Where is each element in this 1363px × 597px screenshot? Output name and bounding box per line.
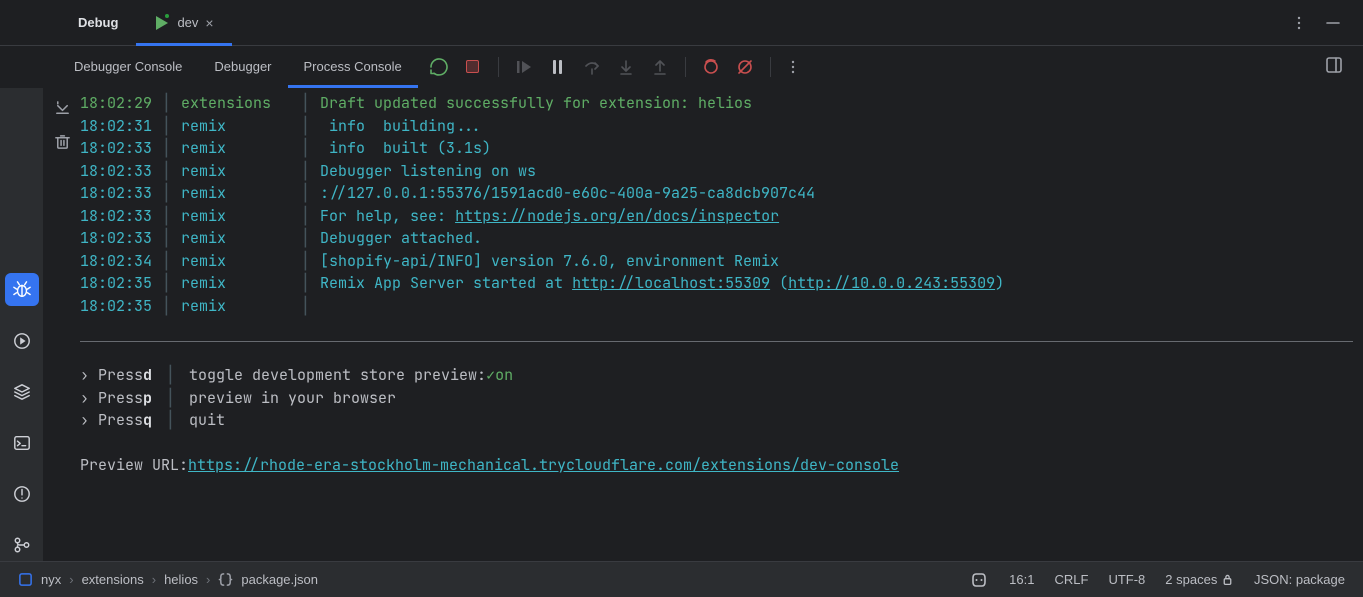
project-icon bbox=[18, 572, 33, 587]
more-vertical-icon[interactable] bbox=[1291, 15, 1307, 31]
separator bbox=[770, 57, 771, 77]
top-tab-bar: Debug dev × bbox=[0, 0, 1363, 46]
tool-window-rail bbox=[0, 88, 44, 561]
breadcrumb[interactable]: nyx › extensions › helios › package.json bbox=[18, 572, 318, 587]
step-over-icon[interactable] bbox=[581, 56, 603, 78]
log-line: 18:02:33│remix│ info built (3.1s) bbox=[80, 137, 1353, 160]
tab-run-dev[interactable]: dev × bbox=[136, 0, 231, 46]
log-line: 18:02:35│remix│ bbox=[80, 295, 1353, 318]
close-icon[interactable]: × bbox=[205, 15, 213, 31]
stop-icon[interactable] bbox=[462, 56, 484, 78]
tab-run-label: dev bbox=[177, 15, 198, 30]
process-console-output[interactable]: 18:02:29│extensions│Draft updated succes… bbox=[80, 88, 1363, 561]
json-file-icon bbox=[218, 572, 233, 587]
services-tool-icon[interactable] bbox=[5, 375, 39, 408]
indent-setting[interactable]: 2 spaces bbox=[1165, 572, 1234, 587]
log-line: 18:02:34│remix│[shopify-api/INFO] versio… bbox=[80, 250, 1353, 273]
tab-debugger[interactable]: Debugger bbox=[198, 46, 287, 88]
lock-icon bbox=[1221, 573, 1234, 586]
tab-process-console[interactable]: Process Console bbox=[288, 46, 418, 88]
tab-bar-controls bbox=[1291, 15, 1363, 31]
log-line: 18:02:29│extensions│Draft updated succes… bbox=[80, 92, 1353, 115]
file-language[interactable]: JSON: package bbox=[1254, 572, 1345, 587]
line-separator[interactable]: CRLF bbox=[1054, 572, 1088, 587]
mute-breakpoints-icon[interactable] bbox=[734, 56, 756, 78]
scroll-to-end-icon[interactable] bbox=[54, 100, 71, 117]
run-tool-icon[interactable] bbox=[5, 324, 39, 357]
file-encoding[interactable]: UTF-8 bbox=[1108, 572, 1145, 587]
log-line: 18:02:33│remix│For help, see: https://no… bbox=[80, 205, 1353, 228]
debug-tool-icon[interactable] bbox=[5, 273, 39, 306]
step-into-icon[interactable] bbox=[615, 56, 637, 78]
resume-icon[interactable] bbox=[513, 56, 535, 78]
log-line: 18:02:33│remix│Debugger attached. bbox=[80, 227, 1353, 250]
console-gutter bbox=[44, 88, 80, 561]
minimize-icon[interactable] bbox=[1325, 15, 1341, 31]
tab-debug[interactable]: Debug bbox=[60, 0, 136, 46]
more-vertical-icon[interactable] bbox=[785, 59, 801, 75]
problems-tool-icon[interactable] bbox=[5, 477, 39, 510]
preview-url-link[interactable]: https://rhode-era-stockholm-mechanical.t… bbox=[188, 454, 899, 477]
status-bar: nyx › extensions › helios › package.json… bbox=[0, 561, 1363, 597]
clear-all-icon[interactable] bbox=[54, 133, 71, 150]
run-play-icon bbox=[154, 15, 170, 31]
tab-debugger-console[interactable]: Debugger Console bbox=[58, 46, 198, 88]
preview-url-line: Preview URL: https://rhode-era-stockholm… bbox=[80, 454, 1353, 477]
separator bbox=[498, 57, 499, 77]
rerun-icon[interactable] bbox=[428, 56, 450, 78]
terminal-tool-icon[interactable] bbox=[5, 426, 39, 459]
cursor-position[interactable]: 16:1 bbox=[1009, 572, 1034, 587]
pause-icon[interactable] bbox=[547, 56, 569, 78]
prompt-line-p: › Press p │ preview in your browser bbox=[80, 387, 1353, 410]
debug-toolbar: Debugger Console Debugger Process Consol… bbox=[0, 46, 1363, 88]
vcs-tool-icon[interactable] bbox=[5, 528, 39, 561]
copilot-icon[interactable] bbox=[969, 570, 989, 590]
log-line: 18:02:31│remix│ info building... bbox=[80, 115, 1353, 138]
view-breakpoints-icon[interactable] bbox=[700, 56, 722, 78]
tab-debug-label: Debug bbox=[78, 15, 118, 30]
log-line: 18:02:35│remix│Remix App Server started … bbox=[80, 272, 1353, 295]
log-line: 18:02:33│remix│://127.0.0.1:55376/1591ac… bbox=[80, 182, 1353, 205]
prompt-line-d: › Press d │ toggle development store pre… bbox=[80, 364, 1353, 387]
step-out-icon[interactable] bbox=[649, 56, 671, 78]
separator bbox=[685, 57, 686, 77]
prompt-line-q: › Press q │ quit bbox=[80, 409, 1353, 432]
log-line: 18:02:33│remix│Debugger listening on ws bbox=[80, 160, 1353, 183]
layout-settings-icon[interactable] bbox=[1325, 56, 1343, 77]
divider bbox=[80, 341, 1353, 342]
